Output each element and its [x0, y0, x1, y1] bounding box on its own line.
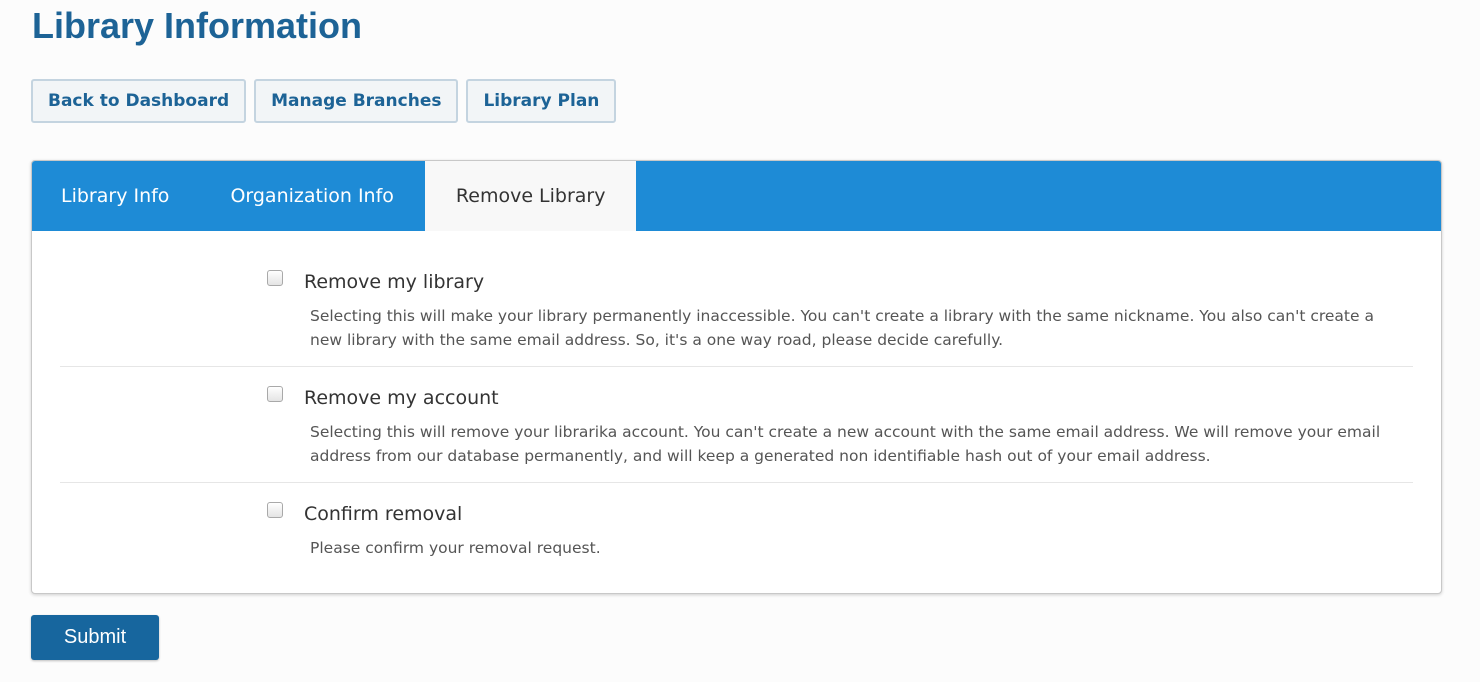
confirm-removal-checkbox[interactable] — [267, 502, 283, 518]
library-plan-button[interactable]: Library Plan — [466, 79, 617, 123]
remove-library-checkbox[interactable] — [267, 270, 283, 286]
tab-bar: Library Info Organization Info Remove Li… — [32, 161, 1441, 231]
option-confirm-removal: Confirm removal Please confirm your remo… — [60, 483, 1413, 593]
confirm-removal-description: Please confirm your removal request. — [310, 539, 601, 557]
tab-library-info[interactable]: Library Info — [32, 161, 199, 231]
option-remove-library: Remove my library Selecting this will ma… — [60, 251, 1413, 367]
remove-library-label[interactable]: Remove my library — [304, 270, 484, 294]
remove-library-description: Selecting this will make your library pe… — [310, 307, 1374, 349]
remove-account-label[interactable]: Remove my account — [304, 386, 499, 410]
removal-options: Remove my library Selecting this will ma… — [60, 251, 1413, 593]
back-to-dashboard-button[interactable]: Back to Dashboard — [31, 79, 247, 123]
settings-panel: Library Info Organization Info Remove Li… — [31, 160, 1442, 594]
remove-account-description: Selecting this will remove your librarik… — [310, 423, 1381, 465]
tab-remove-library[interactable]: Remove Library — [424, 161, 636, 231]
submit-button[interactable]: Submit — [31, 615, 159, 660]
page-title: Library Information — [32, 5, 363, 46]
confirm-removal-label[interactable]: Confirm removal — [304, 502, 462, 526]
nav-button-group: Back to Dashboard Manage Branches Librar… — [31, 79, 617, 123]
remove-account-checkbox[interactable] — [267, 386, 283, 402]
manage-branches-button[interactable]: Manage Branches — [254, 79, 459, 123]
option-remove-account: Remove my account Selecting this will re… — [60, 367, 1413, 483]
tab-organization-info[interactable]: Organization Info — [199, 161, 424, 231]
